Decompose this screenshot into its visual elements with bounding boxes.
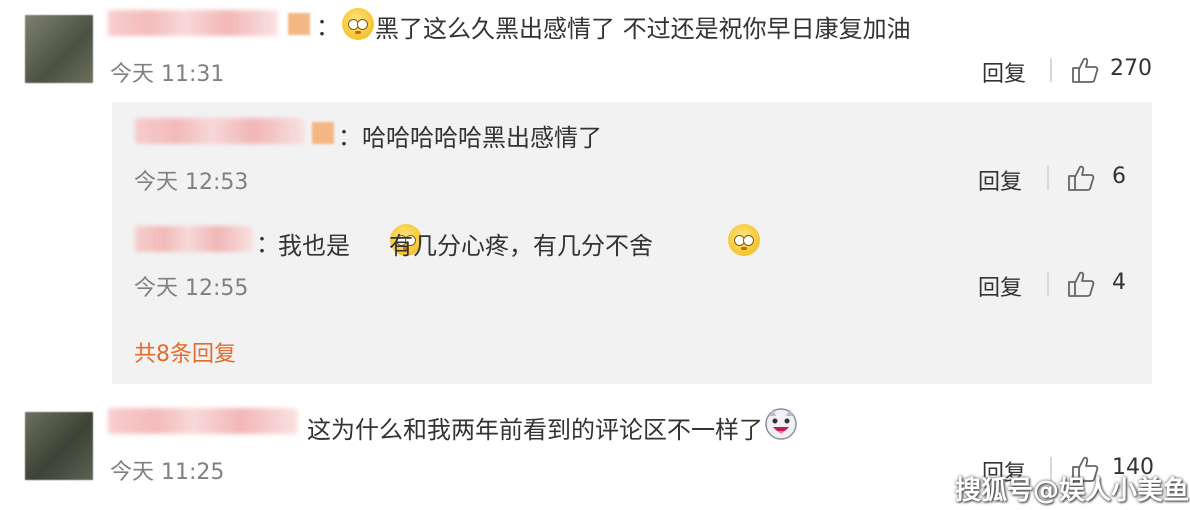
like-count: 4 — [1112, 270, 1126, 295]
reply-text-start: 我也是 — [278, 232, 350, 260]
laughing-dog-emoji-icon — [765, 408, 797, 440]
like-thumb-icon[interactable] — [1066, 163, 1096, 193]
user-badge-icon — [288, 13, 310, 35]
reply-text-end: 有几分心疼，有几分不舍 — [389, 232, 653, 260]
reply-text: 哈哈哈哈哈黑出感情了 — [362, 124, 602, 152]
blush-emoji-icon — [728, 224, 761, 256]
more-replies-link[interactable]: 共8条回复 — [134, 336, 236, 368]
avatar[interactable] — [25, 412, 93, 480]
comment-time: 今天 11:31 — [110, 62, 225, 87]
divider — [1047, 166, 1049, 190]
reply-button[interactable]: 回复 — [978, 164, 1022, 196]
divider — [1047, 272, 1049, 296]
username-blurred[interactable] — [108, 10, 278, 36]
username-blurred[interactable] — [135, 118, 305, 144]
reply-button[interactable]: 回复 — [982, 56, 1026, 88]
comment-time: 今天 11:25 — [110, 460, 225, 485]
like-count: 270 — [1110, 56, 1152, 81]
watermark: 搜狐号@娱人小美鱼 — [955, 476, 1190, 506]
avatar[interactable] — [25, 15, 93, 83]
reply-colon: ： — [338, 123, 362, 151]
like-thumb-icon[interactable] — [1070, 55, 1100, 85]
reply-colon: ： — [256, 230, 280, 258]
user-badge-icon — [312, 122, 334, 144]
divider — [1050, 58, 1052, 82]
blush-emoji-icon — [342, 8, 374, 40]
comment-colon: ： — [316, 13, 340, 41]
reply-time: 今天 12:55 — [134, 276, 249, 301]
comment-text: 黑了这么久黑出感情了 不过还是祝你早日康复加油 — [375, 15, 911, 43]
comment-text: 这为什么和我两年前看到的评论区不一样了 — [307, 416, 763, 444]
username-blurred[interactable] — [108, 408, 298, 434]
username-blurred[interactable] — [135, 226, 253, 252]
reply-time: 今天 12:53 — [134, 170, 249, 195]
like-count: 6 — [1112, 164, 1126, 189]
reply-button[interactable]: 回复 — [978, 270, 1022, 302]
like-thumb-icon[interactable] — [1066, 269, 1096, 299]
